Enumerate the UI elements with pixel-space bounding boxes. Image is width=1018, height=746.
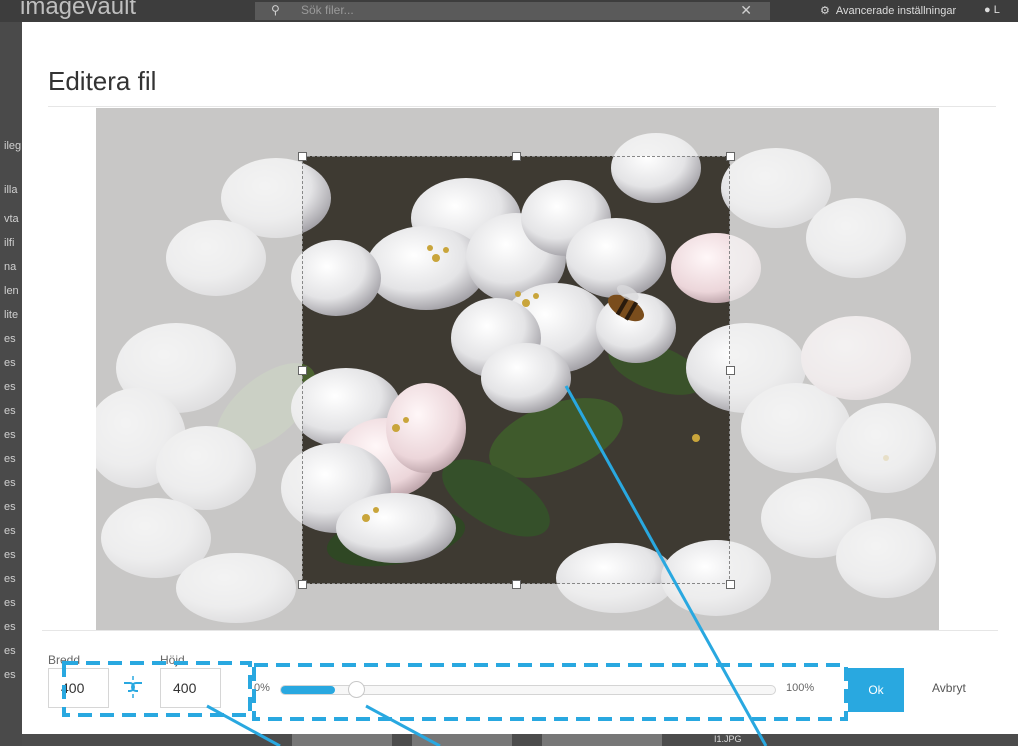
width-label: Bredd	[48, 653, 81, 667]
width-input[interactable]	[48, 668, 109, 708]
sidebar-item-label[interactable]: es	[4, 429, 16, 441]
sidebar-item-label[interactable]: es	[4, 357, 16, 369]
cancel-button[interactable]: Avbryt	[926, 680, 972, 696]
crop-mask-right	[730, 156, 939, 584]
crop-mask-left	[96, 156, 302, 584]
crop-handle-top-right[interactable]	[726, 152, 735, 161]
edit-file-dialog: Editera fil Bredd 400 Höjd 400 0% 100% O…	[22, 22, 1018, 734]
image-editor-canvas[interactable]	[96, 108, 939, 630]
crop-handle-left[interactable]	[298, 366, 307, 375]
crop-mask-bottom	[96, 584, 939, 630]
height-input[interactable]	[160, 668, 221, 708]
sidebar-item-label[interactable]: es	[4, 501, 16, 513]
thumbnail-filename: I1.JPG	[714, 734, 742, 744]
sidebar-item-label[interactable]: es	[4, 477, 16, 489]
crop-handle-bottom-right[interactable]	[726, 580, 735, 589]
sidebar-item-label[interactable]: es	[4, 645, 16, 657]
background-sidebar: ileg illa vta ilfi na len lite es es es es es es es es…	[0, 22, 22, 746]
sidebar-item-label[interactable]: es	[4, 669, 16, 681]
crop-handle-bottom[interactable]	[512, 580, 521, 589]
user-initial: L	[993, 4, 1000, 16]
link-aspect-ratio-icon[interactable]	[118, 672, 148, 702]
user-icon: ●	[984, 4, 991, 16]
user-menu[interactable]: ● L	[984, 4, 1000, 16]
sidebar-item-label[interactable]: es	[4, 621, 16, 633]
crop-handle-right[interactable]	[726, 366, 735, 375]
sidebar-item-label[interactable]: es	[4, 333, 16, 345]
sidebar-item-label[interactable]: es	[4, 549, 16, 561]
crop-handle-top-left[interactable]	[298, 152, 307, 161]
toolbar-divider	[42, 630, 998, 631]
zoom-min-label: 0%	[254, 682, 270, 694]
search-icon: ⚲	[271, 3, 280, 17]
height-label: Höjd	[160, 653, 185, 667]
thumbnail[interactable]	[292, 734, 392, 746]
sidebar-item-label[interactable]: es	[4, 381, 16, 393]
app-logo: imagevault	[20, 0, 137, 20]
close-icon[interactable]: ✕	[740, 2, 752, 19]
crop-handle-bottom-left[interactable]	[298, 580, 307, 589]
sidebar-item-label[interactable]: len	[4, 285, 19, 297]
sidebar-item-label[interactable]: lite	[4, 309, 18, 321]
advanced-settings-link[interactable]: ⚙ Avancerade inställningar	[820, 4, 956, 17]
title-divider	[48, 106, 996, 107]
thumbnail[interactable]	[542, 734, 662, 746]
sidebar-item-label[interactable]: es	[4, 597, 16, 609]
background-topbar: imagevault ⚲ Sök filer... ✕ ⚙ Avancerade …	[0, 0, 1018, 22]
zoom-max-label: 100%	[786, 682, 815, 694]
sidebar-item-label[interactable]: ilfi	[4, 237, 14, 249]
sidebar-item-label[interactable]: es	[4, 525, 16, 537]
crop-selection[interactable]	[302, 156, 730, 584]
crop-mask-top	[96, 108, 939, 156]
sidebar-item-label[interactable]: es	[4, 453, 16, 465]
sidebar-item-label[interactable]: ileg	[4, 140, 21, 152]
background-thumbnail-strip: I1.JPG	[22, 734, 1018, 746]
advanced-settings-label: Avancerade inställningar	[835, 5, 957, 17]
sidebar-item-label[interactable]: illa	[4, 184, 17, 196]
sidebar-item-label[interactable]: es	[4, 573, 16, 585]
zoom-slider-handle[interactable]	[348, 681, 365, 698]
background-search-field[interactable]: ⚲ Sök filer... ✕	[255, 2, 770, 20]
thumbnail[interactable]	[412, 734, 512, 746]
zoom-slider-fill	[281, 686, 335, 694]
dialog-title: Editera fil	[48, 66, 157, 96]
sidebar-item-label[interactable]: na	[4, 261, 16, 273]
sidebar-item-label[interactable]: vta	[4, 213, 19, 225]
sidebar-item-label[interactable]: es	[4, 405, 16, 417]
crop-handle-top[interactable]	[512, 152, 521, 161]
ok-button[interactable]: Ok	[848, 668, 904, 712]
search-placeholder: Sök filer...	[301, 3, 354, 17]
gear-icon: ⚙	[820, 5, 830, 17]
